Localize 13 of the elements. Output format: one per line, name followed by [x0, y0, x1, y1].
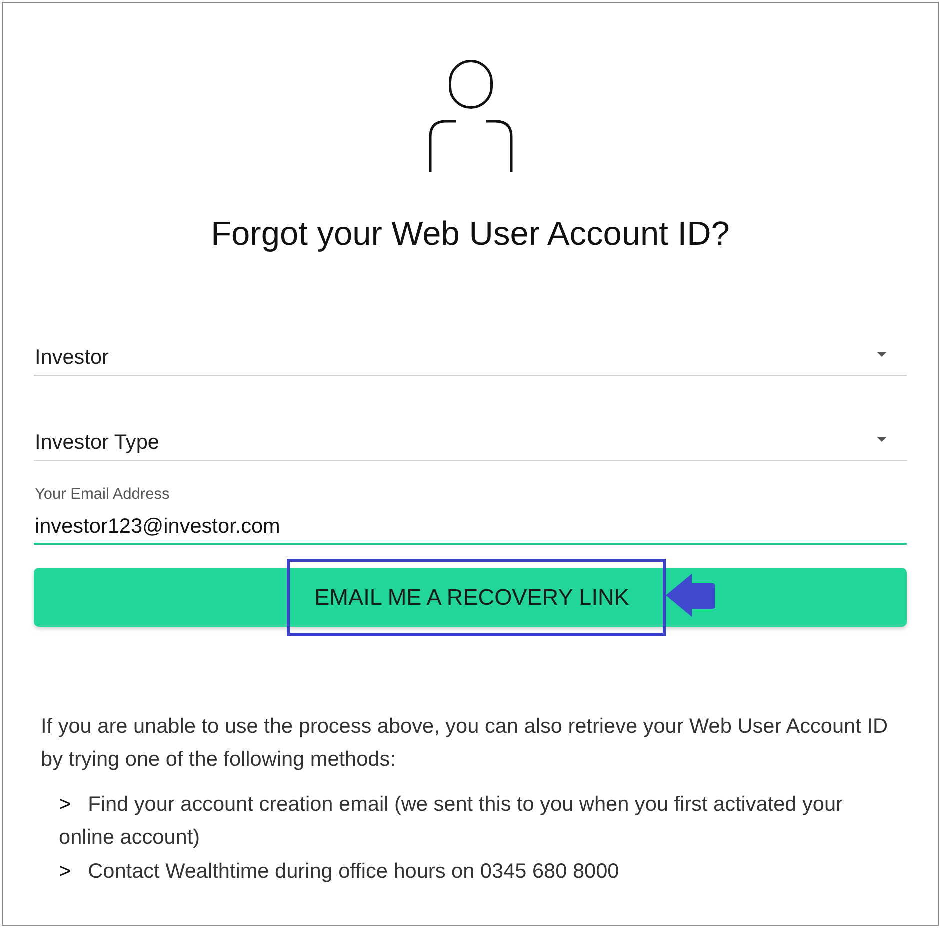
- person-icon: [428, 60, 512, 172]
- left-arrow-icon: [666, 574, 715, 617]
- select-field[interactable]: Investor Type: [34, 422, 907, 461]
- field-label: Your Email Address: [34, 486, 170, 504]
- email-field[interactable]: investor123@investor.com: [34, 511, 907, 545]
- recovery-link-button[interactable]: EMAIL ME A RECOVERY LINK: [34, 568, 907, 627]
- method-item: > Contact Wealthtime during office hours on 0345 680 8000: [59, 859, 620, 885]
- help-paragraph: If you are unable to use the process above, you can also retrieve your Web User Account ID by trying one of the following methods:: [41, 714, 889, 773]
- page-title: Forgot your Web User Account ID?: [210, 217, 731, 253]
- caret-icon: [877, 352, 887, 357]
- caret-icon: [877, 437, 887, 442]
- method-item: > Find your account creation email (we sent this to you when you first activated your online account): [59, 792, 844, 851]
- select-field[interactable]: Investor: [34, 337, 907, 376]
